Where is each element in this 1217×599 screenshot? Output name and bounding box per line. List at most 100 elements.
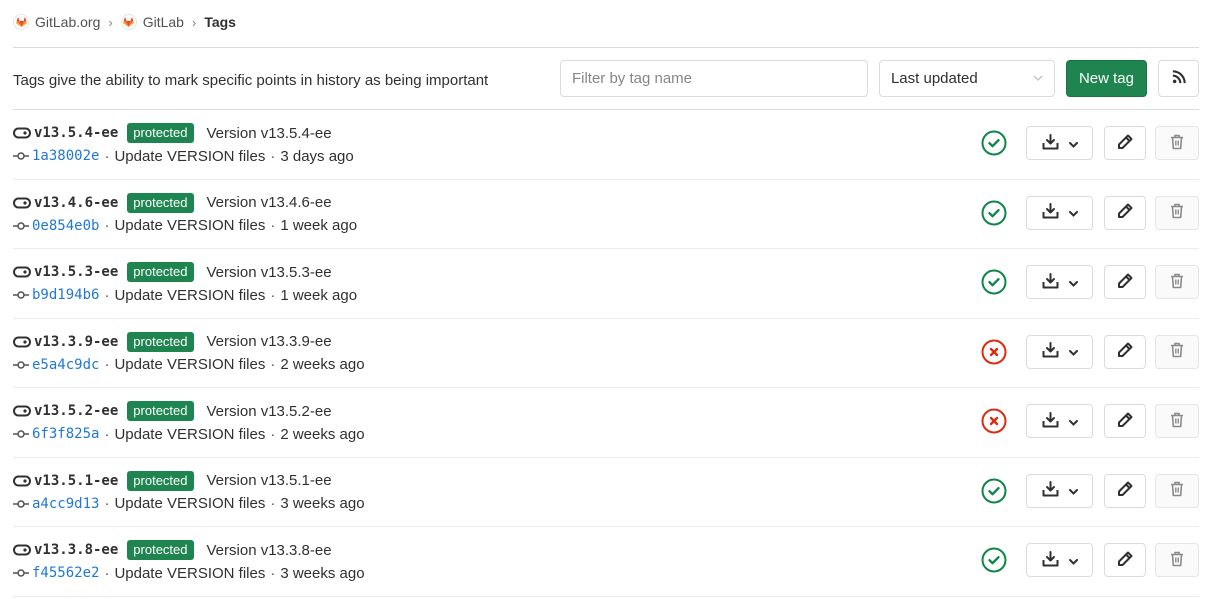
download-dropdown-button[interactable] (1026, 543, 1093, 577)
commit-sha-link[interactable]: a4cc9d13 (32, 496, 99, 512)
breadcrumb-separator: › (191, 14, 197, 30)
pipeline-status-success-icon[interactable] (980, 546, 1008, 574)
commit-icon (13, 568, 29, 578)
pencil-icon (1117, 203, 1133, 222)
delete-tag-button[interactable] (1155, 334, 1199, 369)
download-dropdown-button[interactable] (1026, 473, 1093, 508)
download-icon (1042, 550, 1059, 570)
commit-time: 2 weeks ago (280, 356, 365, 373)
tag-message: Version v13.5.2-ee (206, 402, 332, 420)
breadcrumb-current: Tags (204, 14, 236, 30)
download-dropdown-button[interactable] (1026, 265, 1093, 299)
delete-tag-button[interactable] (1155, 195, 1199, 230)
tag-message: Version v13.3.9-ee (206, 333, 332, 350)
protected-badge: protected (127, 331, 194, 352)
delete-tag-button[interactable] (1155, 265, 1199, 299)
tag-message: Version v13.5.4-ee (206, 124, 332, 142)
commit-sha-link[interactable]: 1a38002e (32, 148, 99, 164)
commit-sha-link[interactable]: e5a4c9dc (32, 357, 99, 373)
commit-time: 2 weeks ago (280, 425, 365, 443)
chevron-down-icon (1068, 483, 1078, 498)
tag-message: Version v13.4.6-ee (206, 194, 332, 211)
delete-tag-button[interactable] (1155, 473, 1199, 508)
edit-release-button[interactable] (1104, 265, 1146, 299)
tag-icon (13, 336, 31, 348)
protected-badge: protected (127, 540, 194, 560)
separator-dot: · (270, 147, 276, 165)
trash-icon (1170, 481, 1184, 500)
chevron-down-icon (1068, 136, 1078, 151)
protected-badge: protected (127, 123, 194, 143)
tag-name-link[interactable]: v13.3.9-ee (34, 334, 118, 350)
download-dropdown-button[interactable] (1026, 195, 1093, 230)
separator-dot: · (104, 286, 110, 304)
commit-sha-link[interactable]: b9d194b6 (32, 287, 99, 303)
edit-release-button[interactable] (1104, 334, 1146, 369)
commit-sha-link[interactable]: f45562e2 (32, 565, 99, 581)
pipeline-status-success-icon[interactable] (980, 268, 1008, 296)
tag-name-link[interactable]: v13.3.8-ee (34, 542, 118, 558)
edit-release-button[interactable] (1104, 195, 1146, 230)
commit-sha-link[interactable]: 6f3f825a (32, 426, 99, 442)
commit-icon (13, 221, 29, 231)
download-dropdown-button[interactable] (1026, 334, 1093, 369)
trash-icon (1170, 342, 1184, 361)
rss-feed-button[interactable] (1158, 60, 1199, 97)
edit-release-button[interactable] (1104, 543, 1146, 577)
pipeline-status-success-icon[interactable] (980, 199, 1008, 227)
pipeline-status-success-icon[interactable] (980, 129, 1008, 157)
delete-tag-button[interactable] (1155, 543, 1199, 577)
tag-list: v13.5.4-ee protected Version v13.5.4-ee … (13, 110, 1199, 597)
separator-dot: · (104, 217, 110, 234)
tag-name-link[interactable]: v13.5.4-ee (34, 125, 118, 141)
commit-title: Update VERSION files (114, 356, 266, 373)
edit-release-button[interactable] (1104, 126, 1146, 160)
commit-title: Update VERSION files (114, 495, 266, 512)
tag-name-link[interactable]: v13.5.3-ee (34, 264, 118, 280)
separator-dot: · (104, 356, 110, 373)
chevron-down-icon (1068, 344, 1078, 359)
breadcrumb-item-project[interactable]: GitLab (120, 14, 184, 30)
download-icon (1042, 133, 1059, 153)
tag-name-link[interactable]: v13.5.2-ee (34, 403, 118, 419)
download-dropdown-button[interactable] (1026, 126, 1093, 160)
filter-tags-input[interactable] (559, 60, 868, 97)
delete-tag-button[interactable] (1155, 126, 1199, 160)
download-dropdown-button[interactable] (1026, 404, 1093, 438)
pencil-icon (1117, 412, 1133, 431)
pencil-icon (1117, 551, 1133, 570)
edit-release-button[interactable] (1104, 473, 1146, 508)
pipeline-status-failed-icon[interactable] (980, 407, 1008, 435)
commit-sha-link[interactable]: 0e854e0b (32, 218, 99, 234)
chevron-down-icon (1033, 73, 1043, 84)
tag-row: v13.5.3-ee protected Version v13.5.3-ee … (13, 249, 1199, 319)
separator-dot: · (270, 425, 276, 443)
download-icon (1042, 481, 1059, 500)
download-icon (1042, 272, 1059, 292)
separator-dot: · (270, 356, 276, 373)
breadcrumb-item-group[interactable]: GitLab.org (13, 14, 100, 30)
chevron-down-icon (1068, 414, 1078, 429)
sort-dropdown[interactable]: Last updated (878, 60, 1055, 97)
edit-release-button[interactable] (1104, 404, 1146, 438)
commit-time: 1 week ago (280, 286, 358, 304)
tag-row: v13.3.8-ee protected Version v13.3.8-ee … (13, 527, 1199, 597)
pipeline-status-success-icon[interactable] (980, 477, 1008, 505)
delete-tag-button[interactable] (1155, 404, 1199, 438)
tag-name-link[interactable]: v13.4.6-ee (34, 195, 118, 211)
protected-badge: protected (127, 262, 194, 282)
commit-title: Update VERSION files (114, 217, 266, 234)
pencil-icon (1117, 273, 1133, 292)
separator-dot: · (270, 564, 276, 582)
pipeline-status-failed-icon[interactable] (980, 338, 1008, 366)
commit-time: 3 weeks ago (280, 564, 365, 582)
tag-icon (13, 544, 31, 556)
commit-title: Update VERSION files (114, 147, 266, 165)
chevron-down-icon (1068, 275, 1078, 290)
new-tag-button[interactable]: New tag (1065, 60, 1147, 97)
download-icon (1042, 342, 1059, 361)
trash-icon (1170, 551, 1184, 570)
tag-row: v13.4.6-ee protected Version v13.4.6-ee … (13, 180, 1199, 249)
commit-icon (13, 290, 29, 300)
tag-name-link[interactable]: v13.5.1-ee (34, 473, 118, 489)
